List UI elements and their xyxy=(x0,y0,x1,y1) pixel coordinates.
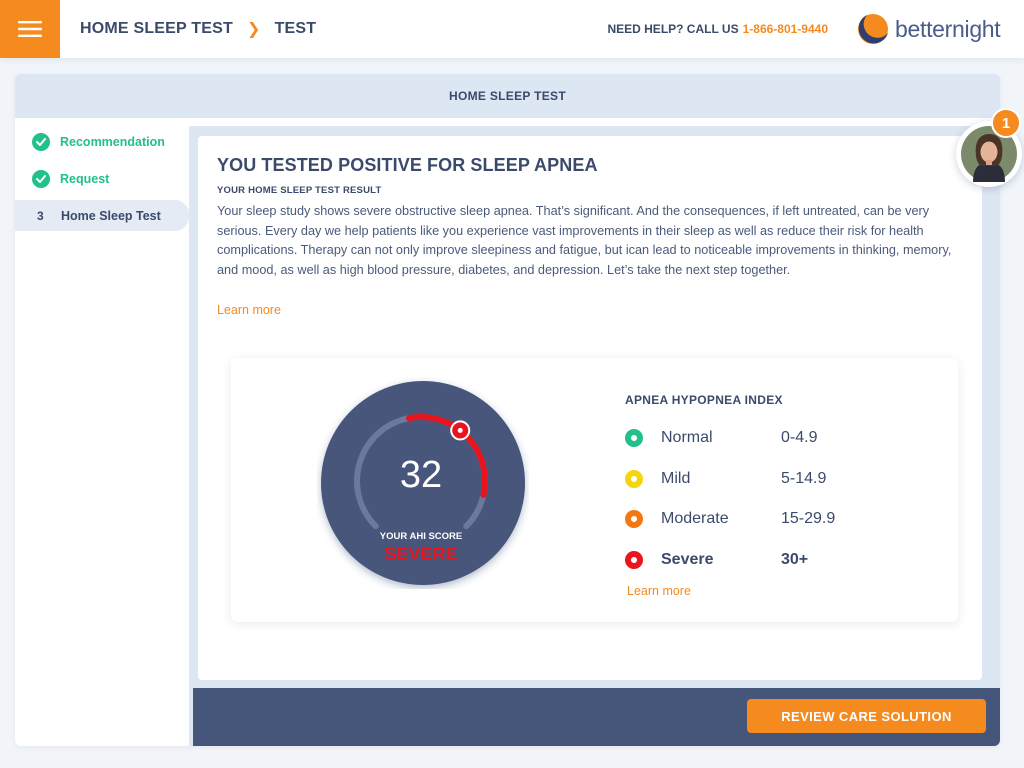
legend-range: 15-29.9 xyxy=(781,510,836,528)
legend-item-mild: Mild 5-14.9 xyxy=(625,459,925,500)
logo-wordmark: betternight xyxy=(895,15,1001,43)
main-card: HOME SLEEP TEST Recommendation Request 3… xyxy=(15,74,1000,746)
chevron-right-icon: ❯ xyxy=(246,21,261,38)
severe-dot-icon xyxy=(625,550,643,569)
step-label: Home Sleep Test xyxy=(61,208,161,223)
step-home-sleep-test[interactable]: 3 Home Sleep Test xyxy=(15,200,189,231)
logo-night: night xyxy=(952,15,1001,42)
legend-item-normal: Normal 0-4.9 xyxy=(625,418,925,459)
menu-button[interactable] xyxy=(0,0,60,58)
result-description: Your sleep study shows severe obstructiv… xyxy=(217,204,952,277)
legend-range: 5-14.9 xyxy=(781,469,827,487)
step-request[interactable]: Request xyxy=(15,163,190,194)
progress-steps: Recommendation Request 3 Home Sleep Test xyxy=(15,126,190,237)
legend-name: Mild xyxy=(661,469,691,487)
breadcrumb-test: TEST xyxy=(274,20,317,37)
notification-badge: 1 xyxy=(991,108,1021,138)
logo-better: better xyxy=(895,15,953,42)
betternight-logo-icon xyxy=(858,14,888,44)
hamburger-icon xyxy=(18,21,42,37)
ahi-index-title: APNEA HYPOPNEA INDEX xyxy=(625,393,783,407)
ahi-score: 32 xyxy=(400,454,442,496)
legend-range: 30+ xyxy=(781,550,809,568)
legend-name: Severe xyxy=(661,550,714,568)
ahi-result-box: 32 YOUR AHI SCORE SEVERE APNEA HYPOPNEA … xyxy=(231,358,958,622)
step-number: 3 xyxy=(37,208,44,223)
result-subtitle: YOUR HOME SLEEP TEST RESULT xyxy=(217,185,382,196)
step-label: Request xyxy=(60,171,110,186)
ahi-severity: SEVERE xyxy=(384,544,457,564)
check-circle-icon xyxy=(32,169,50,188)
step-recommendation[interactable]: Recommendation xyxy=(15,126,190,157)
legend-item-moderate: Moderate 15-29.9 xyxy=(625,499,925,540)
normal-dot-icon xyxy=(625,429,643,448)
result-panel: YOU TESTED POSITIVE FOR SLEEP APNEA YOUR… xyxy=(198,136,982,680)
step-label: Recommendation xyxy=(60,134,165,149)
legend-name: Normal xyxy=(661,429,713,447)
top-bar: HOME SLEEP TEST ❯ TEST NEED HELP? CALL U… xyxy=(0,0,1024,58)
help-label: NEED HELP? CALL US xyxy=(607,22,739,36)
help-contact: NEED HELP? CALL US 1-866-801-9440 xyxy=(607,0,828,58)
breadcrumb: HOME SLEEP TEST ❯ TEST xyxy=(80,0,316,58)
card-header: HOME SLEEP TEST xyxy=(15,74,1000,118)
betternight-logo[interactable]: betternight xyxy=(855,9,1001,49)
action-footer: REVIEW CARE SOLUTION xyxy=(193,688,1000,746)
breadcrumb-home-sleep-test[interactable]: HOME SLEEP TEST xyxy=(80,20,233,38)
care-coordinator-widget[interactable]: 1 xyxy=(956,108,1024,188)
check-circle-icon xyxy=(32,132,50,151)
result-title: YOU TESTED POSITIVE FOR SLEEP APNEA xyxy=(217,155,598,175)
learn-more-link[interactable]: Learn more xyxy=(217,303,281,317)
content-area: YOU TESTED POSITIVE FOR SLEEP APNEA YOUR… xyxy=(189,126,1000,746)
ahi-learn-more-link[interactable]: Learn more xyxy=(627,584,691,598)
legend-name: Moderate xyxy=(661,510,729,528)
mild-dot-icon xyxy=(625,469,643,488)
review-care-solution-button[interactable]: REVIEW CARE SOLUTION xyxy=(747,699,986,733)
moderate-dot-icon xyxy=(625,510,643,529)
help-phone-link[interactable]: 1-866-801-9440 xyxy=(743,22,828,36)
legend-item-severe: Severe 30+ xyxy=(625,540,925,581)
ahi-gauge: 32 YOUR AHI SCORE SEVERE xyxy=(321,381,525,585)
gauge-marker-dot xyxy=(457,427,463,433)
ahi-legend: Normal 0-4.9 Mild 5-14.9 Moderate 15-29.… xyxy=(625,418,925,580)
legend-range: 0-4.9 xyxy=(781,429,818,447)
ahi-score-label: YOUR AHI SCORE xyxy=(380,531,463,542)
